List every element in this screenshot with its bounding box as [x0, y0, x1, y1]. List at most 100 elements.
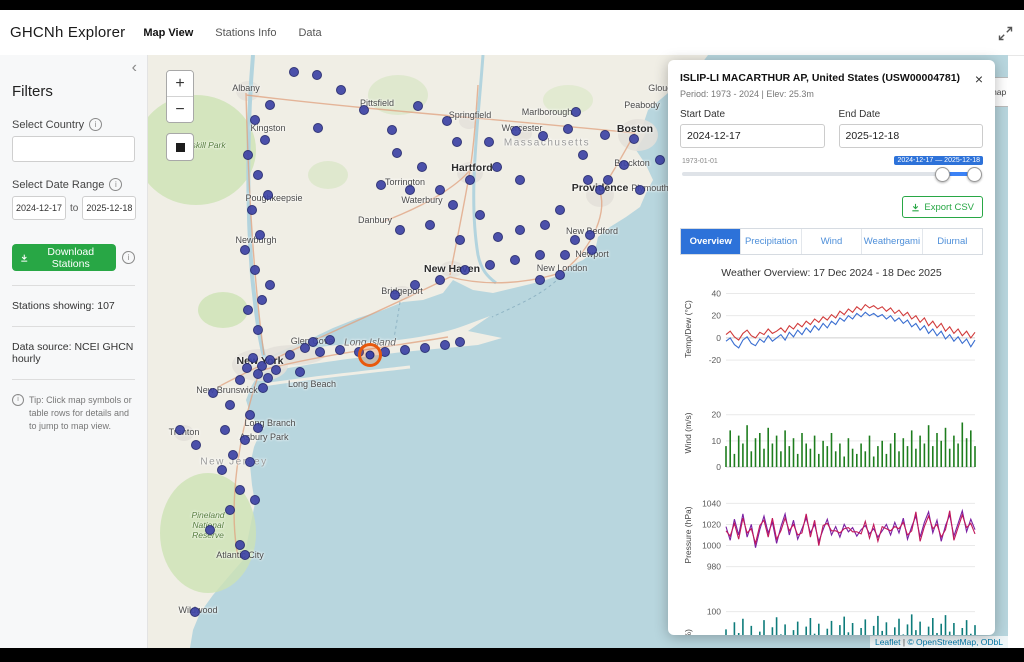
station-marker[interactable] [440, 340, 450, 350]
station-marker[interactable] [555, 270, 565, 280]
tab-map-view[interactable]: Map View [143, 23, 193, 43]
station-marker[interactable] [376, 180, 386, 190]
station-marker[interactable] [390, 290, 400, 300]
panel-tab-precipitation[interactable]: Precipitation [741, 229, 801, 254]
station-marker[interactable] [535, 275, 545, 285]
zoom-out-button[interactable]: − [167, 96, 193, 122]
close-icon[interactable]: × [975, 72, 983, 86]
station-marker[interactable] [560, 250, 570, 260]
start-date-field[interactable] [12, 196, 66, 220]
fullscreen-icon[interactable] [994, 22, 1016, 44]
station-marker[interactable] [242, 363, 252, 373]
station-marker[interactable] [425, 220, 435, 230]
station-marker[interactable] [405, 185, 415, 195]
info-icon[interactable]: i [89, 118, 102, 131]
panel-tab-wind[interactable]: Wind [802, 229, 862, 254]
station-marker[interactable] [492, 162, 502, 172]
station-marker[interactable] [315, 347, 325, 357]
station-marker[interactable] [235, 540, 245, 550]
station-marker[interactable] [253, 325, 263, 335]
home-extent-button[interactable] [166, 133, 194, 161]
station-marker[interactable] [257, 295, 267, 305]
station-marker[interactable] [387, 125, 397, 135]
station-marker[interactable] [225, 505, 235, 515]
panel-tab-overview[interactable]: Overview [681, 229, 741, 254]
station-marker[interactable] [312, 70, 322, 80]
station-marker[interactable] [265, 280, 275, 290]
station-marker[interactable] [413, 101, 423, 111]
station-marker[interactable] [253, 423, 263, 433]
selected-station-marker[interactable] [358, 343, 382, 367]
station-marker[interactable] [243, 150, 253, 160]
zoom-in-button[interactable]: + [167, 71, 193, 96]
station-marker[interactable] [583, 175, 593, 185]
station-marker[interactable] [493, 232, 503, 242]
station-marker[interactable] [570, 235, 580, 245]
station-marker[interactable] [515, 225, 525, 235]
station-marker[interactable] [253, 369, 263, 379]
station-marker[interactable] [240, 435, 250, 445]
station-marker[interactable] [263, 373, 273, 383]
station-marker[interactable] [635, 185, 645, 195]
station-marker[interactable] [250, 495, 260, 505]
station-marker[interactable] [452, 137, 462, 147]
station-marker[interactable] [563, 124, 573, 134]
slider-handle-start[interactable] [935, 167, 950, 182]
station-marker[interactable] [540, 220, 550, 230]
station-marker[interactable] [240, 245, 250, 255]
station-marker[interactable] [220, 425, 230, 435]
country-select-input[interactable] [12, 136, 135, 162]
end-date-field[interactable] [82, 196, 136, 220]
station-marker[interactable] [240, 550, 250, 560]
station-marker[interactable] [265, 100, 275, 110]
station-marker[interactable] [263, 190, 273, 200]
panel-tab-weathergami[interactable]: Weathergami [862, 229, 922, 254]
panel-end-date-field[interactable] [839, 124, 984, 148]
tab-data[interactable]: Data [298, 23, 321, 43]
station-marker[interactable] [250, 115, 260, 125]
station-marker[interactable] [535, 250, 545, 260]
station-marker[interactable] [395, 225, 405, 235]
station-marker[interactable] [587, 245, 597, 255]
station-marker[interactable] [435, 275, 445, 285]
station-marker[interactable] [248, 353, 258, 363]
station-marker[interactable] [448, 200, 458, 210]
sidebar-collapse-icon[interactable]: ‹ [132, 59, 137, 77]
station-marker[interactable] [247, 205, 257, 215]
station-marker[interactable] [359, 105, 369, 115]
station-marker[interactable] [600, 130, 610, 140]
station-marker[interactable] [228, 450, 238, 460]
station-marker[interactable] [400, 345, 410, 355]
station-marker[interactable] [295, 367, 305, 377]
station-marker[interactable] [435, 185, 445, 195]
station-marker[interactable] [460, 265, 470, 275]
station-marker[interactable] [265, 355, 275, 365]
info-icon[interactable]: i [122, 251, 135, 264]
station-marker[interactable] [555, 205, 565, 215]
info-icon[interactable]: i [109, 178, 122, 191]
station-marker[interactable] [243, 305, 253, 315]
station-marker[interactable] [258, 383, 268, 393]
station-marker[interactable] [271, 365, 281, 375]
station-marker[interactable] [475, 210, 485, 220]
export-csv-button[interactable]: Export CSV [902, 196, 983, 218]
station-marker[interactable] [455, 235, 465, 245]
station-marker[interactable] [289, 67, 299, 77]
station-marker[interactable] [595, 185, 605, 195]
station-marker[interactable] [175, 425, 185, 435]
station-marker[interactable] [420, 343, 430, 353]
station-marker[interactable] [571, 107, 581, 117]
station-marker[interactable] [225, 400, 235, 410]
station-marker[interactable] [336, 85, 346, 95]
station-marker[interactable] [217, 465, 227, 475]
station-marker[interactable] [410, 280, 420, 290]
station-marker[interactable] [285, 350, 295, 360]
slider-handle-end[interactable] [967, 167, 982, 182]
station-marker[interactable] [392, 148, 402, 158]
station-marker[interactable] [190, 607, 200, 617]
panel-tab-diurnal[interactable]: Diurnal [923, 229, 982, 254]
osm-link[interactable]: © OpenStreetMap, ODbL [907, 637, 1003, 647]
station-marker[interactable] [253, 170, 263, 180]
station-marker[interactable] [260, 135, 270, 145]
station-marker[interactable] [619, 160, 629, 170]
